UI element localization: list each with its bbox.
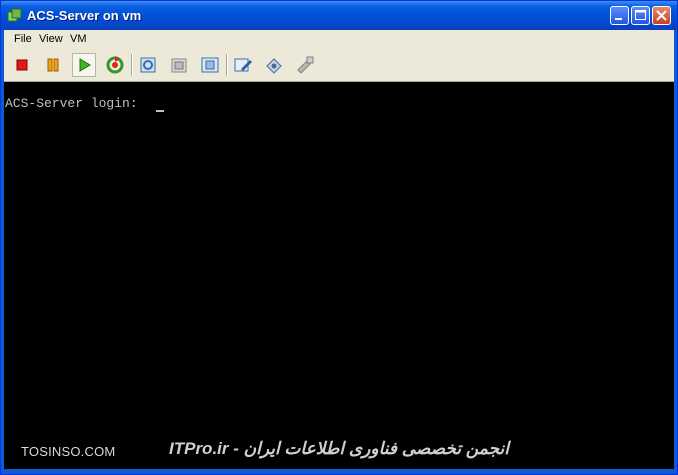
edit-settings-icon[interactable]	[231, 53, 255, 77]
toolbar	[4, 49, 674, 82]
power-off-button[interactable]	[10, 53, 34, 77]
suspend-button[interactable]	[41, 53, 65, 77]
watermark-right: ITPro.ir - انجمن تخصصی فناوری اطلاعات ای…	[169, 439, 510, 458]
close-button[interactable]	[652, 6, 671, 25]
console-login-prompt: ACS-Server login:	[5, 96, 146, 111]
menu-view[interactable]: View	[39, 33, 63, 45]
vmware-app-icon	[7, 8, 22, 23]
window-title: ACS-Server on vm	[27, 8, 142, 23]
snapshot-icon[interactable]	[136, 53, 160, 77]
window-bottom-border	[1, 469, 677, 474]
revert-snapshot-icon[interactable]	[167, 53, 191, 77]
vm-window: ACS-Server on vm File View VM ACS-Server…	[0, 0, 678, 475]
menu-bar: File View VM	[4, 30, 674, 49]
title-bar[interactable]: ACS-Server on vm	[1, 1, 677, 30]
settings-icon[interactable]	[293, 53, 317, 77]
text-cursor	[156, 98, 164, 112]
maximize-button[interactable]	[631, 6, 650, 25]
vm-console[interactable]: ACS-Server login: TOSINSO.COM ITPro.ir -…	[4, 82, 674, 469]
vm-tools-icon[interactable]	[262, 53, 286, 77]
watermark-left: TOSINSO.COM	[21, 444, 116, 459]
reset-button[interactable]	[103, 53, 127, 77]
snapshot-manager-icon[interactable]	[198, 53, 222, 77]
toolbar-separator	[226, 54, 228, 76]
menu-file[interactable]: File	[14, 33, 32, 45]
minimize-button[interactable]	[610, 6, 629, 25]
window-frame: ACS-Server on vm File View VM ACS-Server…	[0, 0, 678, 475]
power-on-button[interactable]	[72, 53, 96, 77]
menu-vm[interactable]: VM	[70, 33, 87, 45]
toolbar-separator	[131, 54, 133, 76]
